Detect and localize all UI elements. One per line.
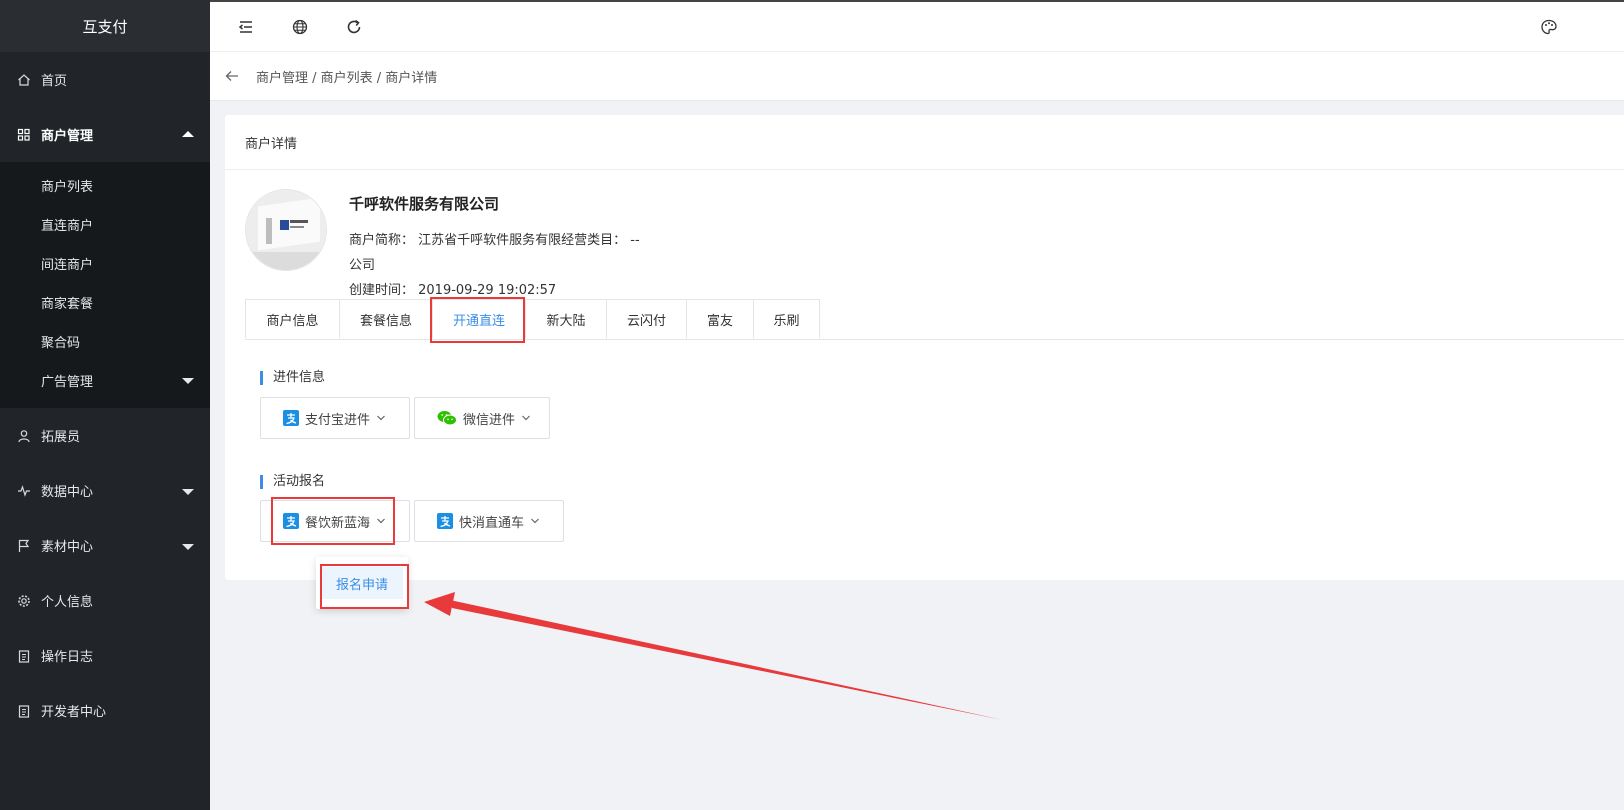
breadcrumb[interactable]: 商户管理 / 商户列表 / 商户详情 [256, 67, 437, 86]
created-time: 创建时间： 2019-09-29 19:02:57 [349, 283, 557, 298]
refresh-icon[interactable] [345, 18, 363, 36]
tab-fuyou[interactable]: 富友 [686, 299, 754, 338]
merchant-detail-card: 商户详情 千呼软件服务有限公司 商户简称： 江苏省千呼软件服务有限经营类目： -… [225, 115, 1624, 580]
sidebar-subitem-merchant-package[interactable]: 商家套餐 [0, 283, 210, 322]
alipay-onboarding-button[interactable]: 支付宝进件 [260, 397, 410, 439]
sidebar-subitem-label: 广告管理 [41, 375, 94, 390]
sidebar-item-personal-info[interactable]: 个人信息 [0, 573, 210, 628]
merchant-short-name-wrap: 公司 [349, 258, 376, 273]
merchant-avatar [245, 189, 327, 271]
arrow-head-icon [424, 592, 455, 616]
pulse-icon [18, 484, 30, 497]
globe-icon[interactable] [291, 18, 309, 36]
sidebar-item-label: 开发者中心 [41, 705, 107, 720]
breadcrumb-bar: 商户管理 / 商户列表 / 商户详情 [210, 52, 1624, 101]
sidebar-item-developer-center[interactable]: 开发者中心 [0, 683, 210, 738]
alipay-icon [437, 513, 453, 529]
avatar-image [246, 190, 326, 270]
annotation-box-button [271, 497, 395, 545]
tab-merchant-info[interactable]: 商户信息 [245, 299, 340, 338]
clipboard-icon [18, 704, 30, 718]
section-title-onboarding: 进件信息 [260, 371, 325, 385]
clipboard-icon [18, 649, 30, 663]
sidebar-subitem-merchant-list[interactable]: 商户列表 [0, 166, 210, 205]
sidebar-item-material-center[interactable]: 素材中心 [0, 518, 210, 573]
grid-icon [17, 128, 30, 141]
flag-icon [18, 539, 30, 552]
sidebar-subitem-aggregate-code[interactable]: 聚合码 [0, 322, 210, 361]
tab-leshua[interactable]: 乐刷 [753, 299, 820, 338]
gear-icon [18, 594, 30, 607]
user-icon [18, 429, 30, 442]
wechat-onboarding-button[interactable]: 微信进件 [414, 397, 550, 439]
chevron-down-icon [377, 415, 385, 421]
sidebar-submenu: 商户列表 直连商户 间连商户 商家套餐 聚合码 广告管理 [0, 162, 210, 408]
sidebar-subitem-direct-merchant[interactable]: 直连商户 [0, 205, 210, 244]
sidebar: 互支付 首页 商户管理 商户列表 直连商户 间连商户 商家套餐 聚合码 广告管理… [0, 0, 210, 810]
chevron-down-icon [522, 415, 530, 421]
button-label: 微信进件 [463, 412, 516, 428]
sidebar-subitem-ad-management[interactable]: 广告管理 [0, 361, 210, 400]
sidebar-subitem-indirect-merchant[interactable]: 间连商户 [0, 244, 210, 283]
menu-fold-icon[interactable] [237, 18, 255, 36]
button-label: 支付宝进件 [305, 412, 371, 428]
palette-icon[interactable] [1540, 18, 1558, 36]
merchant-short-name: 商户简称： 江苏省千呼软件服务有限经营类目： -- [349, 233, 640, 248]
sidebar-item-label: 操作日志 [41, 650, 94, 665]
caret-down-icon [182, 543, 194, 550]
sidebar-item-merchant-management[interactable]: 商户管理 [0, 107, 210, 162]
caret-up-icon [182, 130, 194, 137]
caret-down-icon [182, 377, 194, 384]
button-label: 快消直通车 [459, 515, 525, 531]
sidebar-item-data-center[interactable]: 数据中心 [0, 463, 210, 518]
wechat-icon [437, 411, 457, 426]
sidebar-item-promoter[interactable]: 拓展员 [0, 408, 210, 463]
sidebar-item-label: 素材中心 [41, 540, 94, 555]
tab-unionpay-quickpass[interactable]: 云闪付 [606, 299, 687, 338]
sidebar-item-operation-log[interactable]: 操作日志 [0, 628, 210, 683]
caret-down-icon [182, 488, 194, 495]
sidebar-item-home[interactable]: 首页 [0, 52, 210, 107]
arrow-shaft [450, 600, 1003, 720]
back-arrow-icon[interactable] [224, 68, 240, 84]
card-title: 商户详情 [225, 115, 1624, 170]
annotation-box-tab [430, 297, 525, 343]
annotation-box-dropdown [320, 564, 409, 609]
chevron-down-icon [531, 518, 539, 524]
company-name: 千呼软件服务有限公司 [349, 195, 500, 213]
alipay-icon [283, 410, 299, 426]
brand-logo: 互支付 [0, 0, 210, 52]
sidebar-item-label: 首页 [41, 74, 68, 89]
top-toolbar [210, 0, 1624, 52]
tab-package-info[interactable]: 套餐信息 [339, 299, 433, 338]
home-icon [18, 73, 30, 86]
sidebar-item-label: 个人信息 [41, 595, 94, 610]
sidebar-item-label: 拓展员 [41, 430, 81, 445]
fmcg-express-button[interactable]: 快消直通车 [414, 500, 564, 542]
tab-newland[interactable]: 新大陆 [525, 299, 607, 338]
sidebar-item-label: 数据中心 [41, 485, 94, 500]
section-title-activity: 活动报名 [260, 475, 325, 489]
sidebar-item-label: 商户管理 [41, 129, 94, 144]
